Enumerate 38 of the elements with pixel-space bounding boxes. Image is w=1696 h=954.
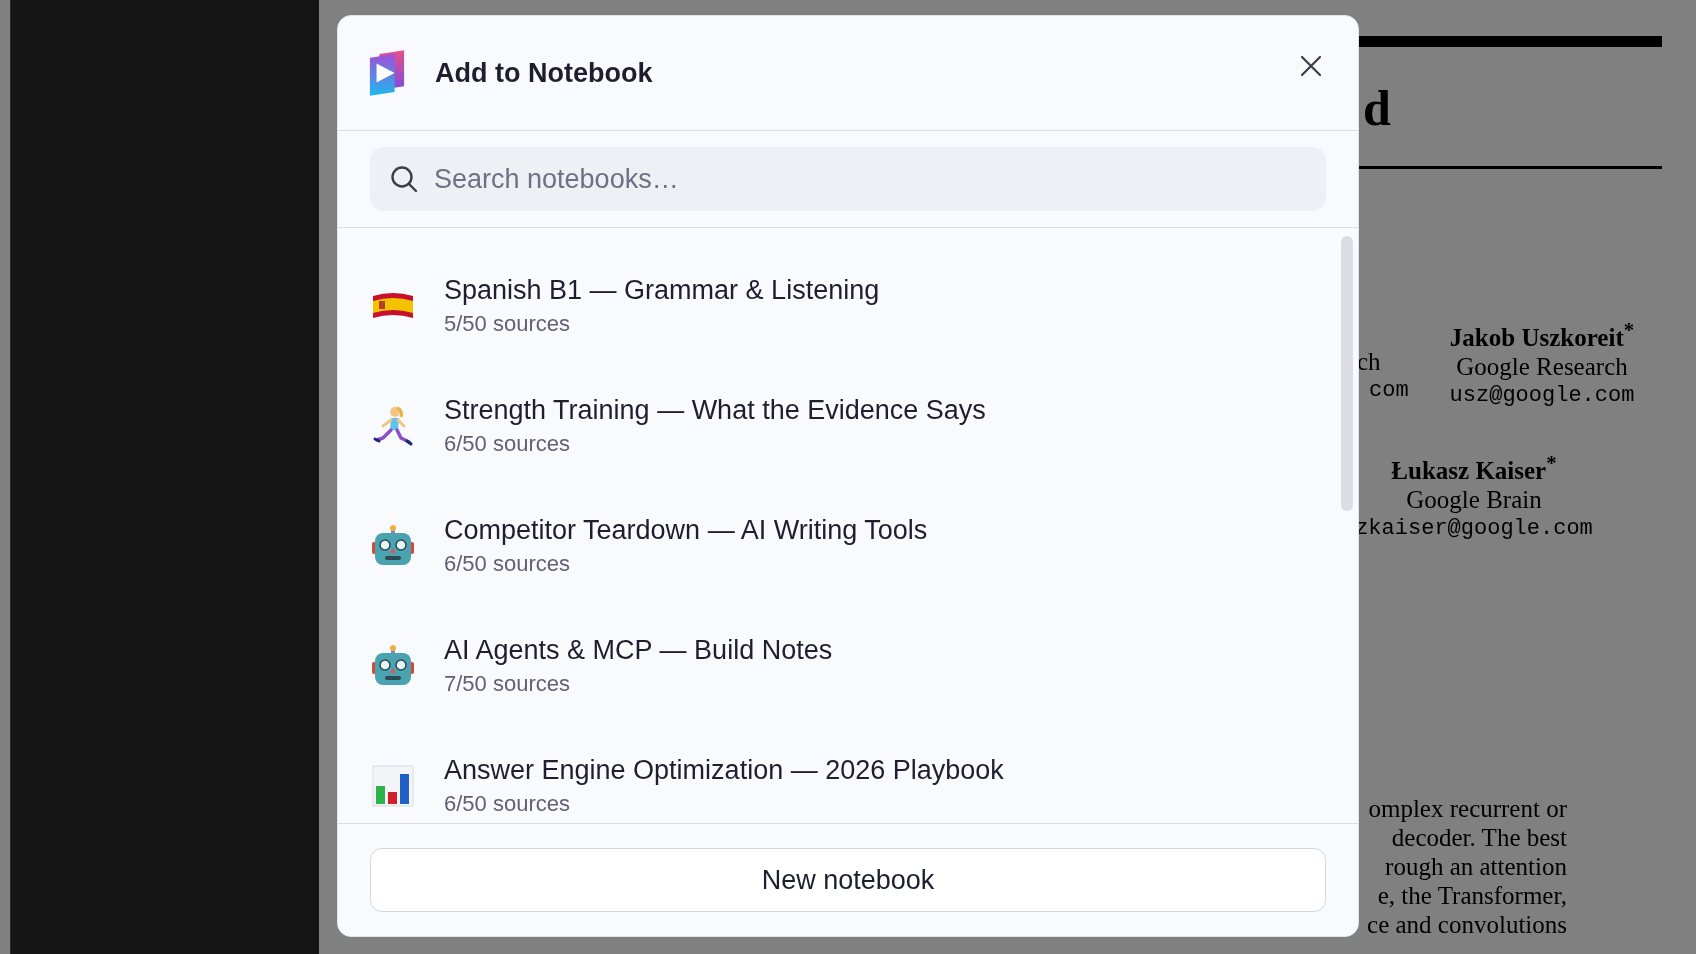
bar-chart-icon (371, 764, 415, 808)
notebook-title: Spanish B1 — Grammar & Listening (444, 275, 880, 306)
abstract-line: omplex recurrent or (1368, 794, 1567, 823)
abstract-line: decoder. The best (1391, 823, 1567, 852)
email-fragment: com (1369, 378, 1409, 403)
abstract-line: ce and convolutions (1367, 910, 1567, 939)
new-notebook-button[interactable]: New notebook (370, 848, 1326, 912)
notebook-item[interactable]: AI Agents & MCP — Build Notes 7/50 sources (338, 606, 1358, 726)
source-count: 7/50 sources (444, 671, 571, 697)
dialog-title: Add to Notebook (435, 57, 654, 89)
notebook-item[interactable]: Spanish B1 — Grammar & Listening 5/50 sources (338, 246, 1358, 366)
notebook-item[interactable]: Answer Engine Optimization — 2026 Playbook 6/50 sources (338, 726, 1358, 823)
search-field[interactable]: Search notebooks… (370, 147, 1326, 211)
notebook-item[interactable]: Strength Training — What the Evidence Says 6/50 sources (338, 366, 1358, 486)
author-affiliation: Google Research (1456, 352, 1628, 382)
notebook-title: Answer Engine Optimization — 2026 Playbook (444, 755, 1004, 786)
runner-icon (371, 404, 415, 448)
author-name: Łukasz Kaiser$^{*}$ (1391, 450, 1557, 486)
abstract-line: rough an attention (1385, 852, 1567, 881)
source-count: 6/50 sources (444, 551, 571, 577)
author-name: Jakob Uszkoreit$^{*}$ (1449, 317, 1635, 353)
robot-icon (371, 524, 415, 568)
abstract-line: e, the Transformer, (1377, 881, 1567, 910)
author-email: usz@google.com (1449, 382, 1635, 411)
source-count: 6/50 sources (444, 431, 571, 457)
notebook-title: AI Agents & MCP — Build Notes (444, 635, 833, 666)
notebook-title: Competitor Teardown — AI Writing Tools (444, 515, 928, 546)
source-count: 5/50 sources (444, 311, 571, 337)
logo-icon (368, 49, 406, 97)
notebook-title: Strength Training — What the Evidence Says (444, 395, 986, 426)
source-count: 6/50 sources (444, 791, 571, 817)
author-email: zkaiser@google.com (1355, 515, 1593, 544)
search-icon (390, 165, 418, 193)
author-affiliation: Google Brain (1406, 485, 1542, 515)
scrollbar[interactable] (1341, 236, 1353, 511)
notebook-item[interactable]: Competitor Teardown — AI Writing Tools 6/50 sources (338, 486, 1358, 606)
robot-icon (371, 644, 415, 688)
paper-title-fragment: d (1363, 80, 1391, 136)
